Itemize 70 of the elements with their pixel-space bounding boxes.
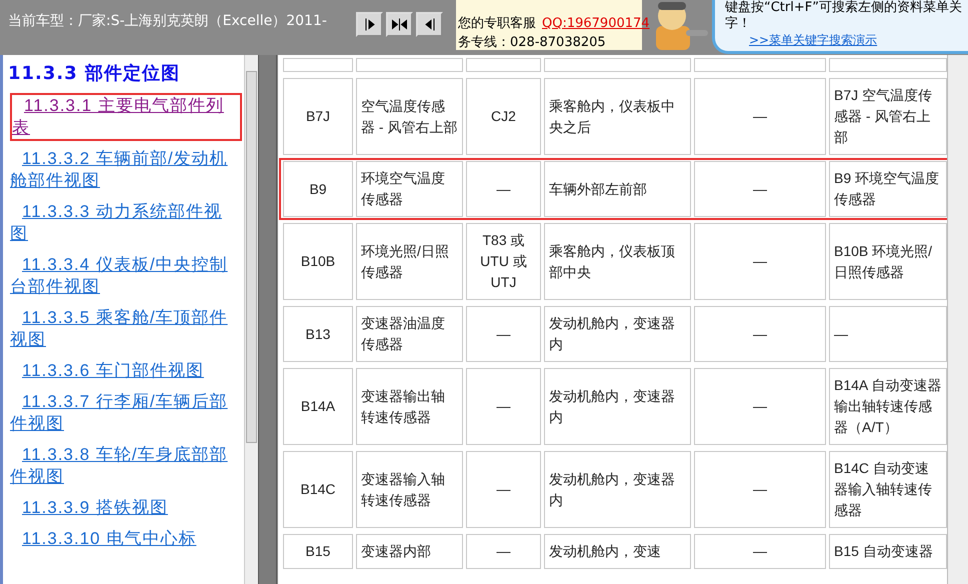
table-cell: B7J 空气温度传感器 - 风管右上部	[829, 78, 947, 155]
nav-link[interactable]: 11.3.3.4 仪表板/中央控制台部件视图	[10, 254, 238, 298]
table-cell: —	[466, 451, 541, 528]
tip-text: 键盘按“Ctrl+F”可搜索左侧的资料菜单关	[725, 0, 963, 16]
table-cell: 空气温度传感器 - 风管右上部	[356, 78, 463, 155]
qq-link[interactable]: QQ:1967900174	[542, 16, 650, 31]
table-cell: —	[694, 306, 826, 362]
nav-link[interactable]: 11.3.3.2 车辆前部/发动机舱部件视图	[10, 148, 238, 192]
table-cell: B10B 环境光照/日照传感器	[829, 223, 947, 300]
nav-link[interactable]: 11.3.3.6 车门部件视图	[10, 360, 238, 382]
table-cell: —	[466, 368, 541, 445]
table-cell: CJ2	[466, 78, 541, 155]
table-cell: B14A 自动变速器输出轴转速传感器（A/T）	[829, 368, 947, 445]
table-cell: —	[466, 306, 541, 362]
table-cell: B15 自动变速器	[829, 534, 947, 569]
section-heading: 11.3.3 部件定位图	[8, 62, 182, 85]
arrow-icon	[364, 18, 374, 31]
table-cell: 乘客舱内，仪表板中央之后	[544, 78, 691, 155]
table-cell: 车辆外部左前部	[544, 161, 691, 217]
nav-link[interactable]: 11.3.3.3 动力系统部件视图	[10, 201, 238, 245]
table-cell: 变速器内部	[356, 534, 463, 569]
table-cell: B7J	[283, 78, 353, 155]
table-cell: B15	[283, 534, 353, 569]
table-cell: 变速器输出轴转速传感器	[356, 368, 463, 445]
table-cell: —	[466, 534, 541, 569]
table-cell: —	[466, 161, 541, 217]
table-cell: B9 环境空气温度传感器	[829, 161, 947, 217]
arrow-icon	[424, 18, 434, 31]
scrollbar[interactable]	[244, 55, 258, 584]
table-cell: T83 或 UTU 或 UTJ	[466, 223, 541, 300]
table-cell: B14C 自动变速器输入轴转速传感器	[829, 451, 947, 528]
table-cell: 发动机舱内，变速器内	[544, 306, 691, 362]
hotline-text: 务专线：028-87038205	[458, 34, 607, 52]
scrollbar[interactable]	[947, 55, 968, 584]
service-label: 您的专职客服	[458, 16, 536, 31]
table-cell: —	[694, 451, 826, 528]
table-cell: 环境空气温度传感器	[356, 161, 463, 217]
table-cell: —	[694, 161, 826, 217]
nav-link[interactable]: 11.3.3.9 搭铁视图	[10, 497, 238, 519]
table-cell: 发动机舱内，变速	[544, 534, 691, 569]
table-cell: 发动机舱内，变速器内	[544, 368, 691, 445]
current-model-text: 当前车型：厂家:S-上海别克英朗（Excelle）2011-	[7, 12, 328, 30]
nav-link[interactable]: 11.3.3.10 电气中心标	[10, 528, 238, 550]
table-cell: B14A	[283, 368, 353, 445]
table-cell: B9	[283, 161, 353, 217]
cell-frame	[283, 58, 353, 72]
table-cell: —	[694, 534, 826, 569]
table-cell: —	[829, 306, 947, 362]
table-cell: —	[694, 368, 826, 445]
demo-link[interactable]: >>菜单关键字搜索演示	[749, 33, 878, 47]
table-cell: 变速器输入轴转速传感器	[356, 451, 463, 528]
table-cell: B13	[283, 306, 353, 362]
tip-text: 字！	[725, 16, 752, 32]
table-cell: 乘客舱内，仪表板顶部中央	[544, 223, 691, 300]
mascot-drawing	[656, 2, 708, 50]
table-cell: B10B	[283, 223, 353, 300]
toolbar-button[interactable]	[416, 12, 443, 37]
nav-link[interactable]: 11.3.3.5 乘客舱/车顶部件视图	[10, 307, 238, 351]
table-cell: —	[694, 223, 826, 300]
nav-link[interactable]: 11.3.3.8 车轮/车身底部部件视图	[10, 444, 238, 488]
table-cell: 发动机舱内，变速器内	[544, 451, 691, 528]
toolbar-button[interactable]	[356, 12, 383, 37]
table-cell: B14C	[283, 451, 353, 528]
toolbar-button[interactable]	[386, 12, 413, 37]
table-cell: 变速器油温度传感器	[356, 306, 463, 362]
table-cell: —	[694, 78, 826, 155]
arrow-icon	[392, 18, 407, 31]
nav-link[interactable]: 11.3.3.1 主要电气部件列表	[12, 95, 240, 139]
nav-link[interactable]: 11.3.3.7 行李厢/车辆后部件视图	[10, 391, 238, 435]
table-cell: 环境光照/日照传感器	[356, 223, 463, 300]
